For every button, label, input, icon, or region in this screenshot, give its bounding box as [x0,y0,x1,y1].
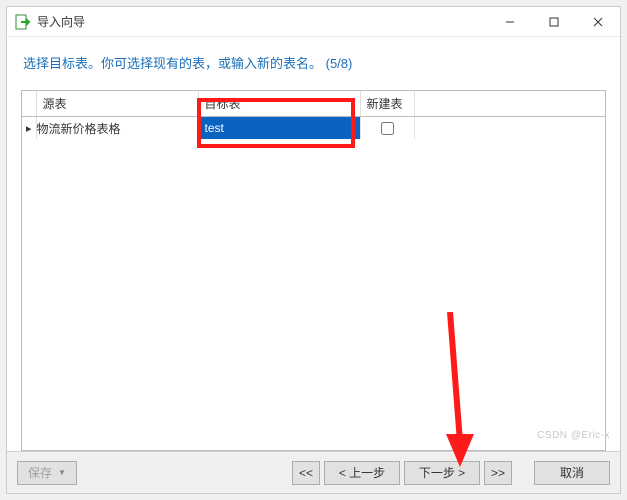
app-icon [15,14,31,30]
target-table-cell[interactable] [198,117,360,140]
mapping-table: 源表 目标表 新建表 ▸ 物流新价格表格 [22,91,605,139]
window-title: 导入向导 [37,13,85,30]
last-button[interactable]: >> [484,461,512,485]
table-header-row: 源表 目标表 新建表 [22,91,605,117]
minimize-button[interactable] [488,7,532,37]
maximize-button[interactable] [532,7,576,37]
chevron-down-icon: ▼ [58,468,66,477]
table-area: 源表 目标表 新建表 ▸ 物流新价格表格 [21,90,606,451]
next-button[interactable]: 下一步 > [404,461,480,485]
save-button[interactable]: 保存 ▼ [17,461,77,485]
target-table-input[interactable] [199,117,360,139]
save-label: 保存 [28,464,52,481]
table-row[interactable]: ▸ 物流新价格表格 [22,117,605,140]
header-target[interactable]: 目标表 [198,91,360,117]
new-table-checkbox[interactable] [381,122,394,135]
watermark: CSDN @Eric-x [537,430,610,441]
footer: 保存 ▼ << < 上一步 下一步 > >> 取消 [7,451,620,493]
header-source[interactable]: 源表 [36,91,198,117]
instruction-text: 选择目标表。你可选择现有的表，或输入新的表名。 (5/8) [23,53,606,72]
first-button[interactable]: << [292,461,320,485]
cancel-button[interactable]: 取消 [534,461,610,485]
row-indicator-icon: ▸ [22,117,36,140]
close-button[interactable] [576,7,620,37]
header-handle [22,91,36,117]
import-wizard-window: 导入向导 选择目标表。你可选择现有的表，或输入新的表名。 (5/8) 源表 目标… [6,6,621,494]
source-table-cell[interactable]: 物流新价格表格 [36,117,198,140]
content-area: 选择目标表。你可选择现有的表，或输入新的表名。 (5/8) 源表 目标表 新建表 [7,37,620,451]
new-table-cell[interactable] [360,117,414,140]
header-filler [414,91,605,117]
titlebar: 导入向导 [7,7,620,37]
prev-button[interactable]: < 上一步 [324,461,400,485]
row-filler [414,117,605,140]
header-newtable[interactable]: 新建表 [360,91,414,117]
